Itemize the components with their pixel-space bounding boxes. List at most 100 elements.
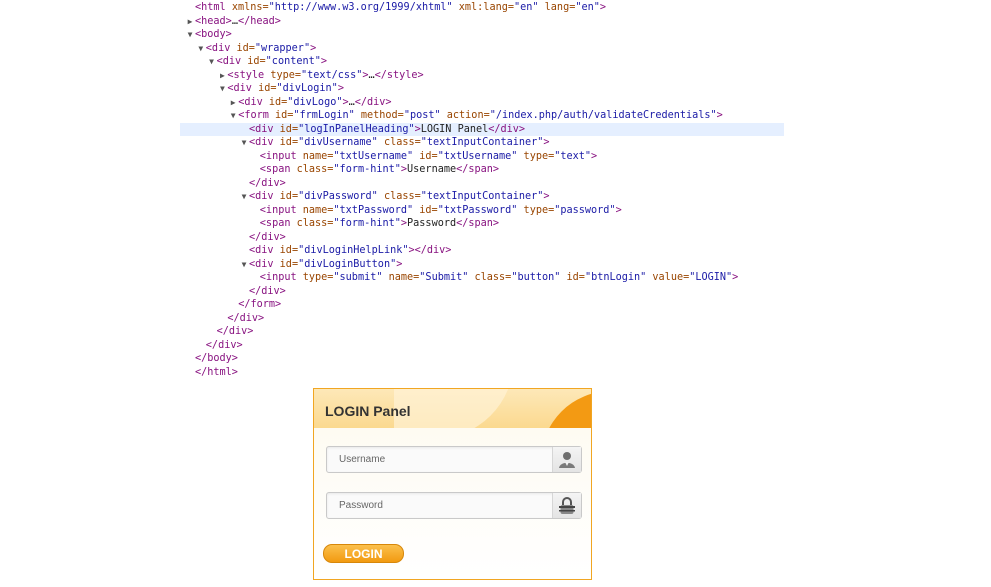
code-token: "txtUsername"	[333, 150, 414, 162]
code-token: "textInputContainer"	[420, 137, 544, 148]
collapse-triangle-icon[interactable]: ▶	[228, 96, 238, 110]
code-line[interactable]: ▶ <div id="divLogo">…</div>	[180, 96, 740, 110]
header-swoosh-light	[394, 389, 514, 428]
code-token: <span	[259, 218, 297, 229]
code-token: >	[543, 137, 550, 148]
code-token: "en"	[513, 2, 539, 13]
user-icon	[552, 447, 581, 472]
code-line[interactable]: ▶ <head>…</head>	[180, 15, 740, 29]
code-token: "post"	[403, 110, 441, 121]
code-token: <div	[249, 245, 280, 256]
code-token: id=	[413, 150, 438, 162]
code-line[interactable]: </body>	[180, 352, 740, 366]
code-token: <input	[259, 272, 303, 283]
code-token: </div>	[205, 339, 243, 351]
code-token: name=	[302, 204, 334, 216]
login-panel: LOGIN Panel LOG	[313, 388, 592, 580]
code-line[interactable]: </div>	[180, 312, 740, 326]
code-token: >	[716, 110, 723, 121]
password-input[interactable]	[327, 493, 553, 518]
code-token: id=	[279, 123, 299, 135]
code-token: "wrapper"	[254, 42, 311, 54]
code-line[interactable]: <input name="txtPassword" id="txtPasswor…	[180, 204, 740, 218]
code-token: "txtPassword"	[333, 204, 414, 216]
code-token: </div>	[249, 285, 286, 297]
code-token: </div>	[216, 326, 254, 337]
code-line[interactable]: ▼ <div id="divUsername" class="textInputC…	[180, 136, 740, 150]
code-token: type=	[517, 204, 555, 216]
code-line[interactable]: ▼ <div id="divLogin">	[180, 82, 740, 96]
code-token: </html>	[195, 366, 238, 378]
code-line[interactable]: ▼ <div id="content">	[180, 55, 740, 69]
code-token: <div	[238, 96, 269, 108]
username-input[interactable]	[327, 447, 553, 472]
code-line[interactable]: <div id="logInPanelHeading">LOGIN Panel<…	[180, 122, 784, 136]
code-token: </span>	[456, 164, 500, 175]
code-line[interactable]: ▼ <form id="frmLogin" method="post" actio…	[180, 109, 740, 123]
code-token: id=	[279, 137, 299, 148]
code-token: LOGIN Panel	[420, 123, 489, 135]
code-token: >	[310, 42, 317, 54]
code-line[interactable]: </form>	[180, 298, 740, 312]
code-line[interactable]: <div id="divLoginHelpLink"></div>	[180, 244, 740, 258]
code-line[interactable]: ▼ <div id="divPassword" class="textInputC…	[180, 190, 740, 204]
code-token: </form>	[238, 299, 282, 310]
code-line[interactable]: </div>	[180, 231, 740, 245]
code-token: </div>	[227, 312, 265, 324]
code-token: class=	[296, 218, 334, 229]
code-line[interactable]: ▶ <style type="text/css">…</style>	[180, 69, 740, 83]
code-token: ></div>	[408, 245, 452, 256]
code-line[interactable]: </div>	[180, 177, 740, 191]
code-line[interactable]: <input name="txtUsername" id="txtUsernam…	[180, 150, 740, 164]
code-token: xml:lang=	[452, 2, 514, 13]
expand-triangle-icon[interactable]: ▼	[228, 109, 238, 123]
code-token: </body>	[195, 353, 238, 364]
code-token: <input	[259, 204, 303, 216]
code-line[interactable]: <span class="form-hint">Password</span>	[180, 217, 740, 231]
expand-triangle-icon[interactable]: ▼	[239, 136, 249, 150]
code-line[interactable]: </div>	[180, 339, 740, 353]
code-token: class=	[468, 272, 512, 283]
code-line[interactable]: <span class="form-hint">Username</span>	[180, 163, 740, 177]
code-token: "divLogin"	[276, 83, 338, 94]
collapse-triangle-icon[interactable]: ▶	[185, 15, 195, 29]
expand-triangle-icon[interactable]: ▼	[217, 82, 227, 96]
code-line[interactable]: </html>	[180, 366, 740, 380]
expand-triangle-icon[interactable]: ▼	[185, 28, 195, 42]
code-line[interactable]: ▼ <div id="divLoginButton">	[180, 258, 740, 272]
password-field	[326, 492, 582, 519]
code-token: </div>	[354, 96, 392, 108]
code-token: "http://www.w3.org/1999/xhtml"	[268, 2, 453, 13]
code-token: >	[337, 83, 344, 94]
expand-triangle-icon[interactable]: ▼	[239, 190, 249, 204]
code-token: <html	[195, 2, 232, 13]
code-token: id=	[247, 56, 266, 67]
code-token: value=	[646, 272, 690, 283]
code-token: "textInputContainer"	[420, 191, 544, 202]
code-token: "content"	[265, 56, 321, 67]
expand-triangle-icon[interactable]: ▼	[207, 55, 217, 69]
code-line[interactable]: ▼ <div id="wrapper">	[180, 42, 740, 56]
code-token: "txtPassword"	[437, 204, 518, 216]
code-token: id=	[236, 42, 255, 54]
expand-triangle-icon[interactable]: ▼	[196, 42, 206, 56]
login-panel-title: LOGIN Panel	[325, 403, 411, 419]
code-line[interactable]: <input type="submit" name="Submit" class…	[180, 271, 740, 285]
code-token: "button"	[511, 272, 561, 283]
code-token: action=	[440, 110, 490, 121]
code-token: "divLoginButton"	[298, 258, 397, 270]
code-line[interactable]: </div>	[180, 285, 740, 299]
devtools-elements-tree: <html xmlns="http://www.w3.org/1999/xhtm…	[180, 1, 784, 380]
login-button[interactable]: LOGIN	[323, 544, 404, 563]
code-token: id=	[258, 83, 277, 94]
expand-triangle-icon[interactable]: ▼	[239, 258, 249, 272]
header-swoosh-orange	[541, 391, 591, 428]
code-line[interactable]: <html xmlns="http://www.w3.org/1999/xhtm…	[180, 1, 740, 15]
collapse-triangle-icon[interactable]: ▶	[217, 69, 227, 83]
code-token: <div	[227, 83, 259, 94]
code-line[interactable]: ▼ <body>	[180, 28, 740, 42]
code-token: name=	[302, 150, 334, 162]
code-token: id=	[268, 96, 288, 108]
username-field	[326, 446, 582, 473]
code-line[interactable]: </div>	[180, 325, 740, 339]
